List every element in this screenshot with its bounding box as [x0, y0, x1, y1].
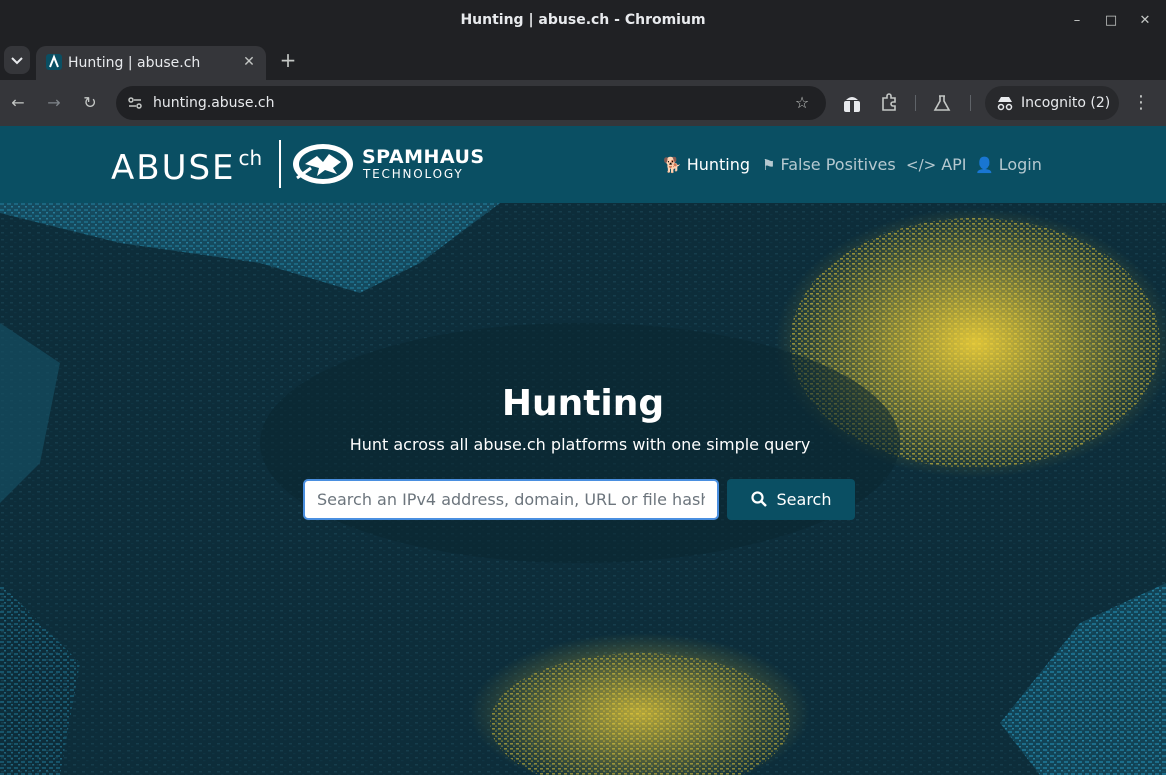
user-icon: 👤: [975, 156, 994, 174]
nav-api-label: API: [941, 155, 967, 174]
extension-gift-icon[interactable]: [841, 92, 863, 114]
tab-search-button[interactable]: [4, 46, 30, 74]
minimize-icon[interactable]: –: [1066, 10, 1088, 32]
new-tab-button[interactable]: +: [276, 48, 300, 72]
search-button-label: Search: [776, 490, 832, 509]
forward-icon[interactable]: →: [42, 91, 66, 115]
abuse-ch-logo[interactable]: ABUSE ch: [111, 146, 262, 188]
window-titlebar: Hunting | abuse.ch - Chromium – □ ✕: [0, 0, 1166, 40]
maximize-icon[interactable]: □: [1100, 10, 1122, 32]
back-icon[interactable]: ←: [6, 91, 30, 115]
incognito-label: Incognito (2): [1021, 95, 1111, 111]
flag-icon: ⚑: [762, 156, 776, 174]
logo-sup: ch: [238, 146, 263, 170]
toolbar-divider: [915, 95, 916, 111]
bookmark-star-icon[interactable]: ☆: [792, 93, 812, 113]
spamhaus-wordmark: SPAMHAUS: [362, 146, 485, 168]
page-subtitle: Hunt across all abuse.ch platforms with …: [349, 435, 811, 454]
labs-flask-icon[interactable]: [931, 92, 953, 114]
incognito-button[interactable]: Incognito (2): [985, 86, 1119, 120]
extensions-puzzle-icon[interactable]: [878, 92, 900, 114]
search-icon: [750, 490, 767, 509]
browser-menu-icon[interactable]: ⋮: [1130, 92, 1152, 114]
code-icon: </>: [906, 156, 937, 174]
spamhaus-logo-icon: [293, 144, 353, 184]
logo-divider: [279, 140, 281, 188]
nav-login-label: Login: [998, 155, 1042, 174]
close-tab-icon[interactable]: ✕: [240, 53, 258, 71]
nav-login[interactable]: 👤 Login: [975, 155, 1042, 174]
hero-section: Hunting Hunt across all abuse.ch platfor…: [0, 203, 1166, 775]
page-viewport: ABUSE ch SPAMHAUS TECHNOLOGY 🐕 Hunting ⚑ Fa…: [0, 126, 1166, 775]
tab-strip: Hunting | abuse.ch ✕ +: [0, 40, 1166, 80]
close-window-icon[interactable]: ✕: [1134, 10, 1156, 32]
url-text[interactable]: hunting.abuse.ch: [153, 95, 274, 111]
site-header: ABUSE ch SPAMHAUS TECHNOLOGY 🐕 Hunting ⚑ Fa…: [0, 126, 1166, 203]
nav-false-positives-label: False Positives: [780, 155, 896, 174]
toolbar-divider: [970, 95, 971, 111]
tab-title: Hunting | abuse.ch: [68, 55, 201, 71]
incognito-icon: [995, 93, 1015, 113]
nav-false-positives[interactable]: ⚑ False Positives: [762, 155, 896, 174]
hunting-dog-icon: 🐕: [663, 156, 682, 174]
nav-hunting[interactable]: 🐕 Hunting: [663, 155, 750, 174]
chevron-down-icon: [11, 57, 23, 65]
logo-text: ABUSE: [111, 148, 236, 188]
abuse-favicon-icon: [46, 54, 62, 70]
address-bar[interactable]: hunting.abuse.ch ☆: [116, 86, 826, 120]
window-title: Hunting | abuse.ch - Chromium: [460, 12, 706, 28]
search-button[interactable]: Search: [727, 479, 855, 520]
nav-hunting-label: Hunting: [686, 155, 751, 174]
site-info-icon[interactable]: [124, 92, 146, 114]
nav-api[interactable]: </> API: [906, 155, 967, 174]
spamhaus-tagline: TECHNOLOGY: [363, 167, 464, 181]
page-title: Hunting: [501, 383, 665, 424]
browser-toolbar: ← → ↻ hunting.abuse.ch ☆ Incognito (2): [0, 80, 1166, 126]
tab-hunting[interactable]: Hunting | abuse.ch ✕: [36, 46, 266, 80]
search-input[interactable]: [303, 479, 719, 520]
reload-icon[interactable]: ↻: [78, 91, 102, 115]
